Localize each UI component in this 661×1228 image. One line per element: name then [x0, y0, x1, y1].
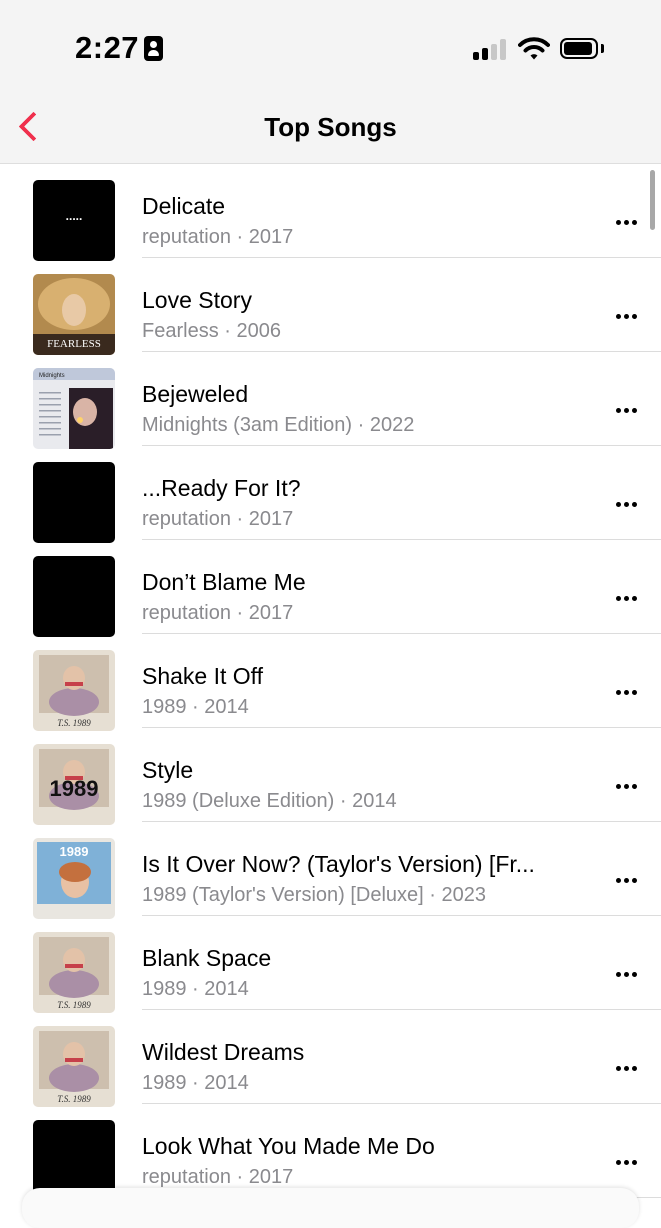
navigation-bar: Top Songs: [0, 96, 661, 164]
song-row[interactable]: Look What You Made Me Do reputation · 201…: [0, 1104, 661, 1200]
more-options-icon[interactable]: [606, 204, 646, 240]
status-time: 2:27: [75, 30, 140, 65]
wifi-icon: [518, 37, 550, 60]
album-artwork[interactable]: T.S. 1989: [33, 932, 115, 1013]
svg-text:Midnights: Midnights: [39, 373, 65, 379]
song-title: Delicate: [142, 193, 226, 219]
song-title: ...Ready For It?: [142, 475, 301, 501]
song-title: Style: [142, 757, 194, 783]
battery-icon: [560, 38, 598, 59]
song-title: Look What You Made Me Do: [142, 1133, 435, 1159]
song-list[interactable]: ..... Delicate reputation · 2017 FEARLESS Lo…: [0, 164, 661, 1200]
more-options-icon[interactable]: [606, 392, 646, 428]
scroll-indicator[interactable]: [650, 170, 655, 230]
album-artwork[interactable]: .....: [33, 180, 115, 261]
svg-text:T.S. 1989: T.S. 1989: [57, 718, 91, 728]
battery-tip: [601, 44, 604, 53]
song-row[interactable]: Midnights Bejeweled Midnights (3am Edition…: [0, 352, 661, 449]
album-artwork[interactable]: [33, 556, 115, 637]
song-album-year: 1989 · 2014: [142, 978, 249, 1000]
song-row[interactable]: 1989 Style 1989 (Deluxe Edition) · 2014: [0, 728, 661, 825]
status-bar: 2:27: [0, 0, 661, 96]
song-title: Wildest Dreams: [142, 1039, 305, 1065]
more-options-icon[interactable]: [606, 674, 646, 710]
more-options-icon[interactable]: [606, 1050, 646, 1086]
song-album-year: 1989 · 2014: [142, 1072, 249, 1094]
album-artwork[interactable]: 1989: [33, 744, 115, 825]
more-options-icon[interactable]: [606, 298, 646, 334]
more-options-icon[interactable]: [606, 862, 646, 898]
more-options-icon[interactable]: [606, 768, 646, 804]
album-artwork[interactable]: T.S. 1989: [33, 1026, 115, 1107]
album-artwork[interactable]: FEARLESS: [33, 274, 115, 355]
song-title: Don’t Blame Me: [142, 569, 306, 595]
song-row[interactable]: FEARLESS Love Story Fearless · 2006: [0, 258, 661, 355]
song-row[interactable]: Don’t Blame Me reputation · 2017: [0, 540, 661, 637]
more-options-icon[interactable]: [606, 580, 646, 616]
page-title: Top Songs: [264, 112, 397, 142]
album-artwork[interactable]: T.S. 1989: [33, 650, 115, 731]
mini-player-sheet[interactable]: [22, 1188, 639, 1228]
svg-text:.....: .....: [66, 209, 83, 223]
song-album-year: reputation · 2017: [142, 508, 294, 530]
song-album-year: reputation · 2017: [142, 226, 294, 248]
song-album-year: reputation · 2017: [142, 602, 294, 624]
more-options-icon[interactable]: [606, 1144, 646, 1180]
song-row[interactable]: T.S. 1989 Blank Space 1989 · 2014: [0, 916, 661, 1013]
song-album-year: 1989 · 2014: [142, 696, 249, 718]
album-artwork[interactable]: [33, 462, 115, 543]
song-album-year: 1989 (Taylor's Version) [Deluxe] · 2023: [142, 884, 486, 906]
album-artwork[interactable]: Midnights: [33, 368, 115, 449]
song-row[interactable]: ..... Delicate reputation · 2017: [0, 164, 661, 261]
album-artwork[interactable]: 1989: [33, 838, 115, 919]
svg-text:1989: 1989: [50, 776, 99, 801]
id-badge-icon: [144, 36, 163, 61]
battery-level: [564, 42, 592, 55]
song-row[interactable]: T.S. 1989 Wildest Dreams 1989 · 2014: [0, 1010, 661, 1107]
svg-text:T.S. 1989: T.S. 1989: [57, 1094, 91, 1104]
svg-text:T.S. 1989: T.S. 1989: [57, 1000, 91, 1010]
song-title: Bejeweled: [142, 381, 249, 407]
svg-text:1989: 1989: [60, 844, 89, 859]
song-title: Is It Over Now? (Taylor's Version) [Fr..…: [142, 851, 535, 877]
song-row[interactable]: ...Ready For It? reputation · 2017: [0, 446, 661, 543]
song-album-year: reputation · 2017: [142, 1166, 294, 1188]
song-title: Blank Space: [142, 945, 272, 971]
song-album-year: 1989 (Deluxe Edition) · 2014: [142, 790, 397, 812]
song-title: Shake It Off: [142, 663, 264, 689]
cellular-signal-icon: [473, 38, 509, 60]
song-row[interactable]: T.S. 1989 Shake It Off 1989 · 2014: [0, 634, 661, 731]
song-title: Love Story: [142, 287, 252, 313]
song-album-year: Midnights (3am Edition) · 2022: [142, 414, 415, 436]
song-album-year: Fearless · 2006: [142, 320, 281, 342]
svg-text:FEARLESS: FEARLESS: [47, 338, 101, 350]
more-options-icon[interactable]: [606, 956, 646, 992]
more-options-icon[interactable]: [606, 486, 646, 522]
song-row[interactable]: 1989 Is It Over Now? (Taylor's Version) […: [0, 822, 661, 919]
